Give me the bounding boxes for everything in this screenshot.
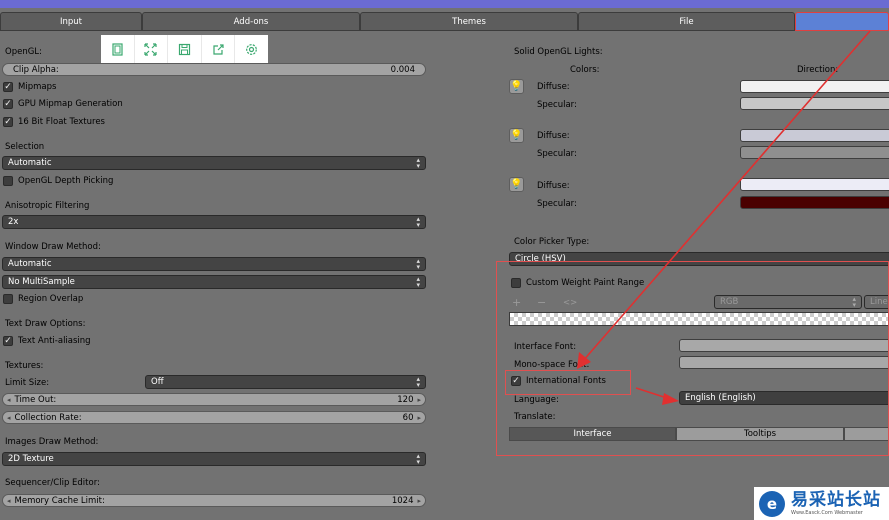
arrowhead-icon [662,393,679,405]
watermark-logo-icon: e [759,490,785,517]
annotation-arrows [577,30,871,405]
annotation-arrow-line [581,30,871,363]
watermark-title: 易采站长站 [791,490,881,510]
watermark: e 易采站长站 Www.Easck.Com Webmaster [754,487,889,520]
watermark-subtitle: Www.Easck.Com Webmaster [791,510,863,516]
